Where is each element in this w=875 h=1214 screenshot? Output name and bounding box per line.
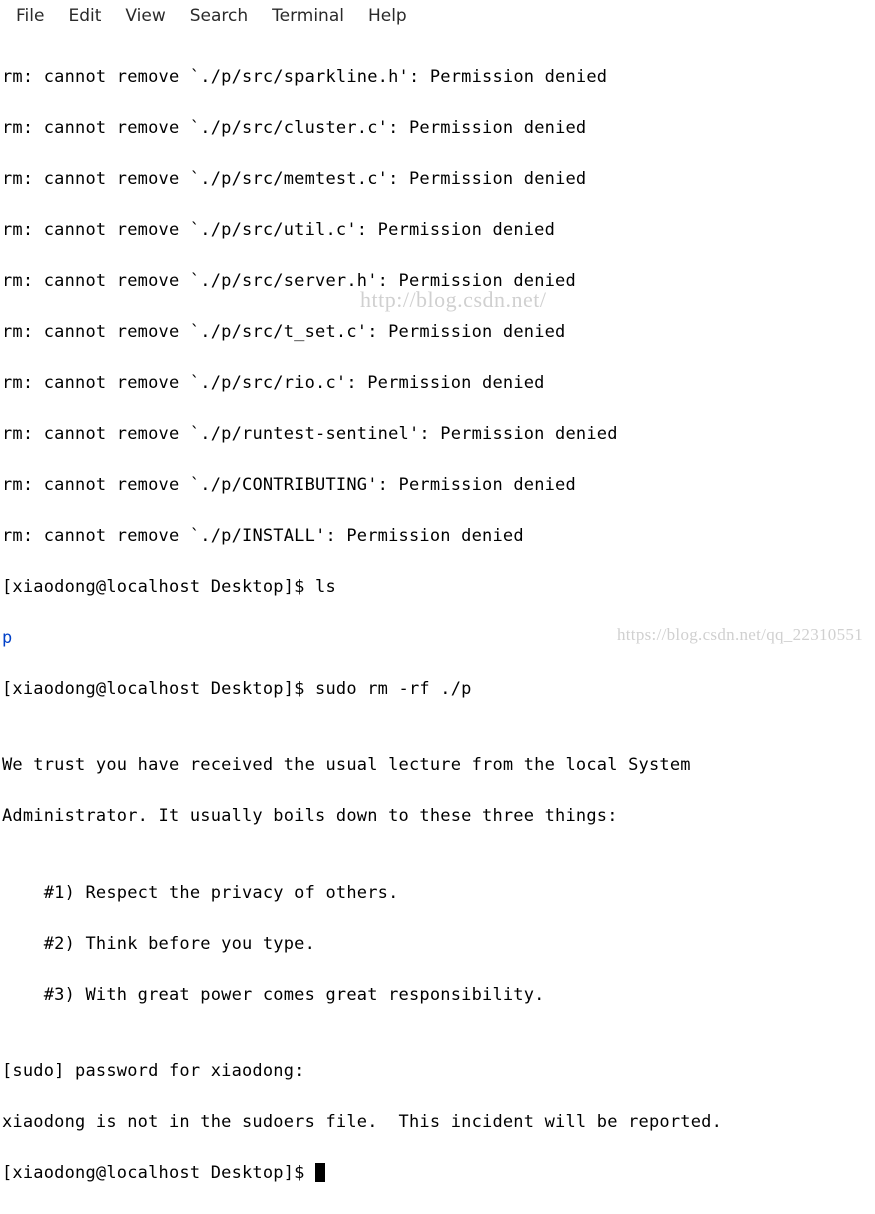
shell-prompt: [xiaodong@localhost Desktop]$ [2, 577, 315, 597]
sudo-password-prompt: [sudo] password for xiaodong: [2, 1059, 873, 1085]
sudo-lecture-bullet: #2) Think before you type. [2, 932, 873, 958]
rm-error-line: rm: cannot remove `./p/INSTALL': Permiss… [2, 524, 873, 550]
rm-error-line: rm: cannot remove `./p/src/rio.c': Permi… [2, 371, 873, 397]
menu-terminal[interactable]: Terminal [260, 2, 356, 30]
menu-search[interactable]: Search [178, 2, 260, 30]
menu-edit[interactable]: Edit [56, 2, 113, 30]
sudo-lecture-bullet: #3) With great power comes great respons… [2, 983, 873, 1009]
sudo-error-line: xiaodong is not in the sudoers file. Thi… [2, 1110, 873, 1136]
prompt-line: [xiaodong@localhost Desktop]$ [2, 1161, 873, 1187]
rm-error-line: rm: cannot remove `./p/src/cluster.c': P… [2, 116, 873, 142]
terminal-output[interactable]: rm: cannot remove `./p/src/sparkline.h':… [0, 35, 875, 1214]
sudo-lecture-line: We trust you have received the usual lec… [2, 753, 873, 779]
rm-error-line: rm: cannot remove `./p/src/memtest.c': P… [2, 167, 873, 193]
menu-file[interactable]: File [4, 2, 56, 30]
shell-prompt: [xiaodong@localhost Desktop]$ [2, 1163, 315, 1183]
cursor-block-icon [315, 1163, 325, 1182]
ls-output: p [2, 626, 873, 652]
command-input: sudo rm -rf ./p [315, 679, 472, 699]
rm-error-line: rm: cannot remove `./p/src/sparkline.h':… [2, 65, 873, 91]
rm-error-line: rm: cannot remove `./p/CONTRIBUTING': Pe… [2, 473, 873, 499]
menu-help[interactable]: Help [356, 2, 419, 30]
sudo-lecture-bullet: #1) Respect the privacy of others. [2, 881, 873, 907]
rm-error-line: rm: cannot remove `./p/src/t_set.c': Per… [2, 320, 873, 346]
rm-error-line: rm: cannot remove `./p/src/util.c': Perm… [2, 218, 873, 244]
command-input: ls [315, 577, 336, 597]
prompt-line: [xiaodong@localhost Desktop]$ sudo rm -r… [2, 677, 873, 703]
rm-error-line: rm: cannot remove `./p/src/server.h': Pe… [2, 269, 873, 295]
prompt-line: [xiaodong@localhost Desktop]$ ls [2, 575, 873, 601]
sudo-lecture-line: Administrator. It usually boils down to … [2, 804, 873, 830]
rm-error-line: rm: cannot remove `./p/runtest-sentinel'… [2, 422, 873, 448]
shell-prompt: [xiaodong@localhost Desktop]$ [2, 679, 315, 699]
menu-view[interactable]: View [113, 2, 177, 30]
menubar: File Edit View Search Terminal Help [0, 0, 875, 35]
